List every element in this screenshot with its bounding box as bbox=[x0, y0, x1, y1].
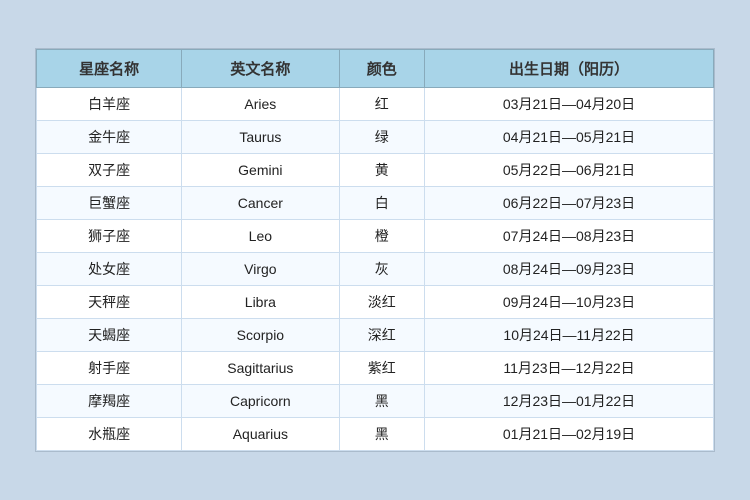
table-row: 天蝎座Scorpio深红10月24日—11月22日 bbox=[37, 319, 714, 352]
header-chinese-name: 星座名称 bbox=[37, 50, 182, 88]
cell-chinese-name: 白羊座 bbox=[37, 88, 182, 121]
cell-dates: 06月22日—07月23日 bbox=[425, 187, 714, 220]
cell-dates: 11月23日—12月22日 bbox=[425, 352, 714, 385]
cell-dates: 10月24日—11月22日 bbox=[425, 319, 714, 352]
cell-english-name: Gemini bbox=[182, 154, 339, 187]
table-row: 天秤座Libra淡红09月24日—10月23日 bbox=[37, 286, 714, 319]
cell-english-name: Sagittarius bbox=[182, 352, 339, 385]
cell-color: 黑 bbox=[339, 385, 425, 418]
cell-dates: 05月22日—06月21日 bbox=[425, 154, 714, 187]
cell-dates: 07月24日—08月23日 bbox=[425, 220, 714, 253]
header-dates: 出生日期（阳历） bbox=[425, 50, 714, 88]
header-color: 颜色 bbox=[339, 50, 425, 88]
cell-dates: 01月21日—02月19日 bbox=[425, 418, 714, 451]
cell-english-name: Aquarius bbox=[182, 418, 339, 451]
cell-english-name: Aries bbox=[182, 88, 339, 121]
cell-english-name: Leo bbox=[182, 220, 339, 253]
cell-color: 黄 bbox=[339, 154, 425, 187]
cell-english-name: Virgo bbox=[182, 253, 339, 286]
table-row: 处女座Virgo灰08月24日—09月23日 bbox=[37, 253, 714, 286]
cell-chinese-name: 天秤座 bbox=[37, 286, 182, 319]
table-row: 金牛座Taurus绿04月21日—05月21日 bbox=[37, 121, 714, 154]
cell-color: 黑 bbox=[339, 418, 425, 451]
zodiac-table: 星座名称 英文名称 颜色 出生日期（阳历） 白羊座Aries红03月21日—04… bbox=[36, 49, 714, 451]
table-row: 双子座Gemini黄05月22日—06月21日 bbox=[37, 154, 714, 187]
cell-color: 红 bbox=[339, 88, 425, 121]
header-english-name: 英文名称 bbox=[182, 50, 339, 88]
table-body: 白羊座Aries红03月21日—04月20日金牛座Taurus绿04月21日—0… bbox=[37, 88, 714, 451]
cell-english-name: Capricorn bbox=[182, 385, 339, 418]
table-row: 白羊座Aries红03月21日—04月20日 bbox=[37, 88, 714, 121]
cell-english-name: Scorpio bbox=[182, 319, 339, 352]
cell-color: 橙 bbox=[339, 220, 425, 253]
cell-chinese-name: 水瓶座 bbox=[37, 418, 182, 451]
cell-chinese-name: 天蝎座 bbox=[37, 319, 182, 352]
cell-english-name: Cancer bbox=[182, 187, 339, 220]
cell-chinese-name: 摩羯座 bbox=[37, 385, 182, 418]
cell-color: 深红 bbox=[339, 319, 425, 352]
table-row: 狮子座Leo橙07月24日—08月23日 bbox=[37, 220, 714, 253]
table-row: 巨蟹座Cancer白06月22日—07月23日 bbox=[37, 187, 714, 220]
cell-color: 淡红 bbox=[339, 286, 425, 319]
cell-chinese-name: 狮子座 bbox=[37, 220, 182, 253]
cell-dates: 04月21日—05月21日 bbox=[425, 121, 714, 154]
cell-dates: 09月24日—10月23日 bbox=[425, 286, 714, 319]
cell-english-name: Taurus bbox=[182, 121, 339, 154]
table-row: 射手座Sagittarius紫红11月23日—12月22日 bbox=[37, 352, 714, 385]
cell-chinese-name: 双子座 bbox=[37, 154, 182, 187]
cell-chinese-name: 巨蟹座 bbox=[37, 187, 182, 220]
zodiac-table-container: 星座名称 英文名称 颜色 出生日期（阳历） 白羊座Aries红03月21日—04… bbox=[35, 48, 715, 452]
cell-chinese-name: 金牛座 bbox=[37, 121, 182, 154]
table-header-row: 星座名称 英文名称 颜色 出生日期（阳历） bbox=[37, 50, 714, 88]
cell-color: 灰 bbox=[339, 253, 425, 286]
cell-dates: 03月21日—04月20日 bbox=[425, 88, 714, 121]
cell-color: 白 bbox=[339, 187, 425, 220]
cell-dates: 08月24日—09月23日 bbox=[425, 253, 714, 286]
table-row: 水瓶座Aquarius黑01月21日—02月19日 bbox=[37, 418, 714, 451]
table-row: 摩羯座Capricorn黑12月23日—01月22日 bbox=[37, 385, 714, 418]
cell-color: 绿 bbox=[339, 121, 425, 154]
cell-color: 紫红 bbox=[339, 352, 425, 385]
cell-dates: 12月23日—01月22日 bbox=[425, 385, 714, 418]
cell-english-name: Libra bbox=[182, 286, 339, 319]
cell-chinese-name: 处女座 bbox=[37, 253, 182, 286]
cell-chinese-name: 射手座 bbox=[37, 352, 182, 385]
